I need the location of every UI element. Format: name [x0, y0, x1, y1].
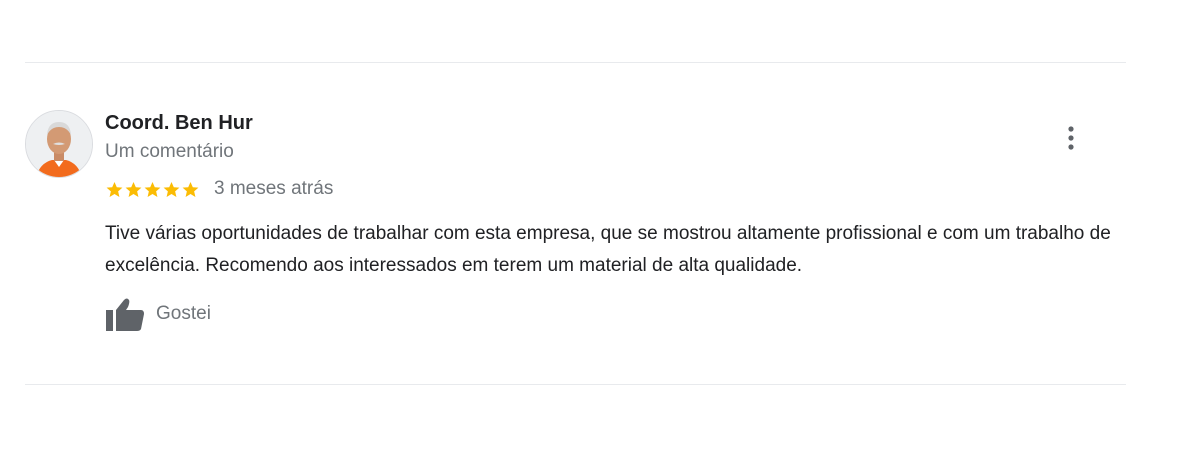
star-rating [105, 180, 200, 199]
star-icon [163, 181, 180, 197]
bottom-divider [25, 384, 1126, 385]
author-name[interactable]: Coord. Ben Hur [105, 112, 253, 135]
thumbs-up-icon [106, 298, 144, 331]
review-text: Tive várias oportunidades de trabalhar c… [105, 223, 1111, 276]
like-label: Gostei [156, 303, 211, 324]
star-icon [144, 181, 161, 197]
more-options-button[interactable] [1059, 122, 1083, 154]
more-vertical-icon [1068, 126, 1074, 150]
star-icon [182, 181, 199, 197]
star-icon [106, 181, 123, 197]
top-divider [25, 62, 1126, 63]
rating-row: 3 meses atrás [105, 177, 333, 201]
avatar[interactable] [25, 110, 93, 178]
review-time: 3 meses atrás [214, 178, 334, 199]
like-button[interactable]: Gostei [105, 296, 211, 332]
avatar-photo [26, 111, 92, 177]
star-icon [125, 181, 142, 197]
author-review-count: Um comentário [105, 141, 234, 162]
